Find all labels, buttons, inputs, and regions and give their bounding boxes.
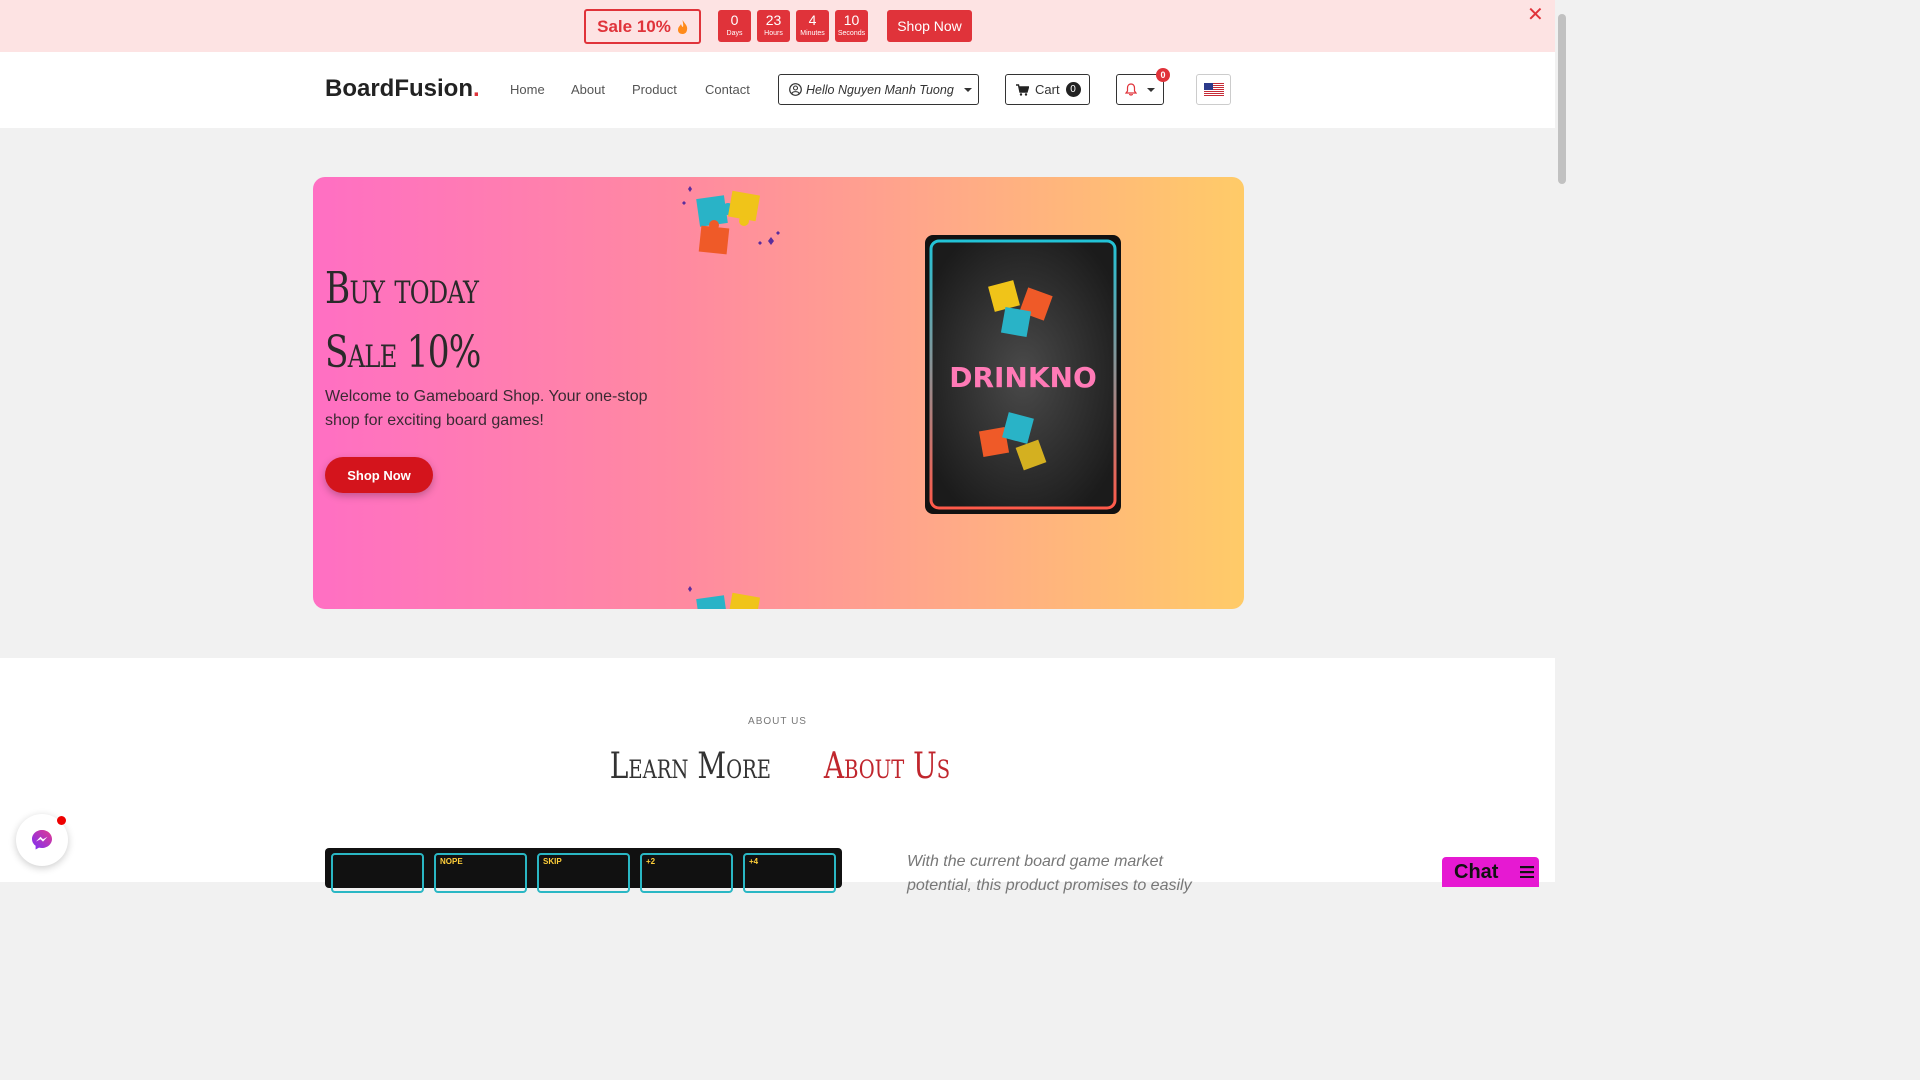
cart-button[interactable]: Cart 0 (1005, 74, 1090, 105)
about-eyebrow: ABOUT US (748, 716, 807, 727)
user-greeting: Hello Nguyen Manh Tuong (806, 82, 954, 97)
sale-badge: Sale 10% (584, 9, 701, 44)
chat-widget-button[interactable]: Chat (1442, 857, 1539, 887)
promo-shop-now-button[interactable]: Shop Now (887, 10, 972, 42)
brand-dot: . (473, 75, 480, 102)
mini-card: SKIP (537, 853, 630, 893)
about-section: ABOUT US Learn More About Us NOPE SKIP +… (0, 658, 1555, 894)
messenger-notification-dot (57, 816, 66, 825)
hero-shop-now-button[interactable]: Shop Now (325, 457, 433, 493)
scrollbar-thumb[interactable] (1558, 14, 1566, 184)
mini-card: +4 (743, 853, 836, 893)
countdown-unit: Hours (764, 30, 783, 37)
sale-label: Sale 10% (597, 16, 671, 36)
hero-title-line2: Sale 10% (325, 327, 481, 378)
close-icon[interactable]: ✕ (1527, 5, 1544, 25)
chevron-down-icon (963, 87, 972, 92)
nav-link-product[interactable]: Product (632, 82, 677, 97)
drinkno-card-art: DRINKNO (929, 239, 1117, 510)
card-title: DRINKNO (949, 361, 1097, 394)
promo-bar: Sale 10% 0 Days 23 Hours 4 Minutes 10 Se… (0, 0, 1555, 52)
brand-logo[interactable]: BoardFusion. (325, 75, 480, 103)
navbar: BoardFusion. Home About Product Contact … (0, 52, 1555, 128)
cart-label: Cart (1035, 82, 1060, 97)
puzzle-pieces-icon (688, 586, 761, 609)
nav-link-contact[interactable]: Contact (705, 82, 750, 97)
chat-label: Chat (1454, 860, 1499, 883)
countdown-value: 4 (808, 12, 817, 28)
brand-name: BoardFusion (325, 75, 473, 102)
countdown-unit: Minutes (800, 30, 825, 37)
countdown-value: 10 (843, 12, 860, 28)
hero-banner: Buy today Sale 10% Welcome to Gameboard … (313, 177, 1244, 609)
countdown-unit: Days (726, 30, 743, 37)
countdown-unit: Seconds (837, 30, 866, 37)
countdown-value: 0 (730, 12, 739, 28)
countdown-hours: 23 Hours (757, 10, 790, 42)
language-button[interactable] (1196, 74, 1231, 105)
hero-description: Welcome to Gameboard Shop. Your one-stop… (325, 388, 648, 429)
about-title-part1: Learn More (610, 746, 772, 787)
cart-count-badge: 0 (1065, 82, 1081, 97)
mini-card: NOPE (434, 853, 527, 893)
puzzle-pieces-icon (682, 186, 780, 255)
about-cards-image: NOPE SKIP +2 +4 (325, 848, 842, 893)
mini-card (331, 853, 424, 893)
countdown-value: 23 (765, 12, 782, 28)
user-circle-icon (789, 83, 802, 96)
hero-title-line1: Buy today (325, 263, 479, 314)
countdown-days: 0 Days (718, 10, 751, 42)
chevron-down-icon (1147, 87, 1155, 92)
game-card-image: DRINKNO (925, 235, 1121, 514)
about-title: Learn More About Us (0, 746, 1555, 787)
nav-link-home[interactable]: Home (510, 82, 545, 97)
nav-link-about[interactable]: About (571, 82, 605, 97)
notification-count-badge: 0 (1156, 68, 1170, 82)
cart-icon (1016, 83, 1029, 96)
mini-card: +2 (640, 853, 733, 893)
menu-icon (1520, 866, 1535, 878)
about-description: With the current board game market poten… (907, 853, 1192, 894)
us-flag-icon (1203, 83, 1224, 96)
messenger-icon (32, 830, 52, 850)
hero-title: Buy today Sale 10% (325, 257, 481, 385)
flame-icon (677, 19, 688, 34)
countdown-minutes: 4 Minutes (796, 10, 829, 42)
about-title-part2: About Us (823, 746, 950, 787)
bell-icon (1125, 83, 1137, 96)
user-menu-button[interactable]: Hello Nguyen Manh Tuong (778, 74, 979, 105)
countdown-seconds: 10 Seconds (835, 10, 868, 42)
